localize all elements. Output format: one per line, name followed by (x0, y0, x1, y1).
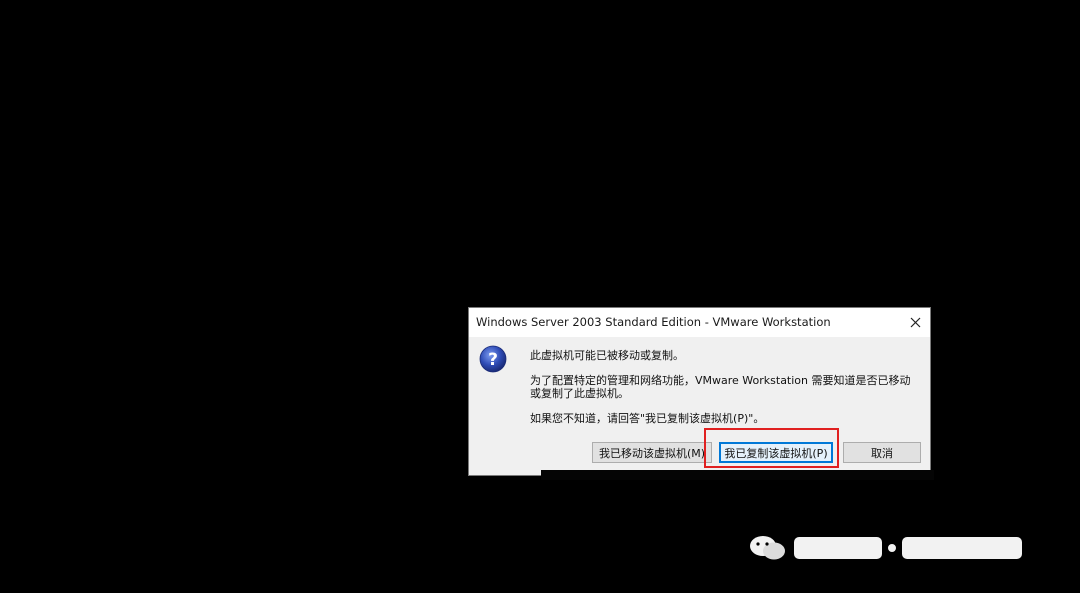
watermark (748, 530, 1048, 566)
svg-text:?: ? (488, 350, 498, 370)
close-icon (910, 317, 920, 328)
watermark-separator (888, 544, 896, 552)
dialog-titlebar[interactable]: Windows Server 2003 Standard Edition - V… (469, 308, 930, 337)
screen: Windows Server 2003 Standard Edition - V… (0, 0, 1080, 593)
watermark-text-blob-1 (794, 537, 882, 559)
dialog-body: ? 此虚拟机可能已被移动或复制。 为了配置特定的管理和网络功能，VMware W… (469, 337, 930, 475)
copied-vm-button[interactable]: 我已复制该虚拟机(P) (719, 442, 833, 463)
watermark-text-blob-2 (902, 537, 1022, 559)
message-line-3: 或复制了此虚拟机。 (530, 387, 629, 400)
dialog-title: Windows Server 2003 Standard Edition - V… (476, 315, 831, 329)
close-button[interactable] (900, 308, 930, 337)
wechat-logo-icon (750, 536, 785, 560)
question-icon: ? (479, 345, 507, 373)
message-line-4: 如果您不知道，请回答"我已复制该虚拟机(P)"。 (530, 412, 765, 425)
message-line-2: 为了配置特定的管理和网络功能，VMware Workstation 需要知道是否… (530, 374, 911, 387)
message-line-1: 此虚拟机可能已被移动或复制。 (530, 349, 684, 362)
moved-vm-button[interactable]: 我已移动该虚拟机(M) (592, 442, 712, 463)
vmware-dialog: Windows Server 2003 Standard Edition - V… (468, 307, 931, 476)
dialog-shadow-bar (541, 470, 934, 480)
cancel-button[interactable]: 取消 (843, 442, 921, 463)
